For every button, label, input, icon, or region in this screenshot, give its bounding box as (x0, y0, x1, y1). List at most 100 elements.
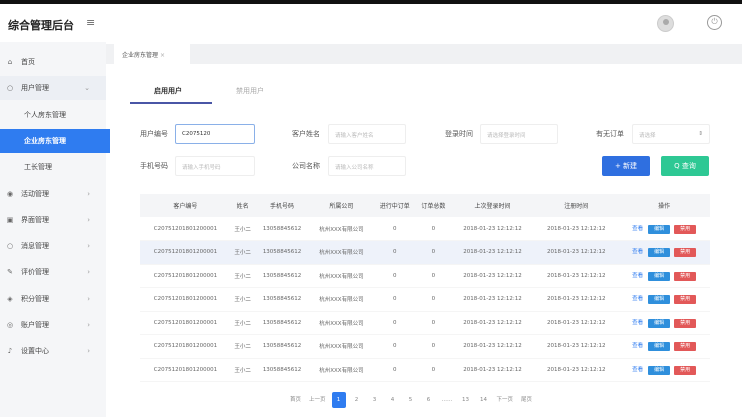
page-link[interactable]: …… (440, 392, 455, 408)
page-link[interactable]: 13 (459, 392, 473, 408)
page-link[interactable]: 上一页 (307, 392, 328, 408)
table-cell: 杭州XXX有限公司 (309, 240, 374, 265)
disable-button[interactable]: 禁用 (674, 248, 697, 258)
sidebar-item[interactable]: ◎ 账户管理 › (0, 313, 106, 337)
tab-enterprise-landlord[interactable]: 企业房东管理 × (114, 44, 190, 64)
edit-button[interactable]: 编辑 (648, 295, 671, 305)
page-link[interactable]: 4 (386, 392, 400, 408)
tab-label: 企业房东管理 (122, 52, 159, 59)
sidebar-item[interactable]: ✎ 评价管理 › (0, 260, 106, 284)
login-time-picker[interactable]: 请选择登录时间 (480, 124, 558, 144)
sidebar-item[interactable]: 个人房东管理 (0, 103, 106, 127)
disable-button[interactable]: 禁用 (674, 318, 697, 328)
column-header: 所属公司 (309, 194, 374, 217)
chevron-icon: › (87, 215, 90, 224)
edit-button[interactable]: 编辑 (648, 342, 671, 352)
tab-disabled-users[interactable]: 禁用用户 (236, 86, 264, 96)
view-link[interactable]: 查看 (632, 320, 643, 326)
table-cell: 杭州XXX有限公司 (309, 358, 374, 382)
tab-enabled-users[interactable]: 启用用户 (154, 86, 182, 96)
page-link[interactable]: 1 (331, 392, 346, 408)
sidebar-item-label: 积分管理 (21, 294, 49, 303)
sidebar-item[interactable]: ○ 用户管理 ⌄ (0, 76, 106, 101)
avatar[interactable] (657, 15, 674, 32)
table-cell: 13058845612 (254, 311, 310, 335)
table-row: C20751201801200001 王小二 13058845612 杭州XXX有限公… (140, 217, 710, 241)
disable-button[interactable]: 禁用 (674, 365, 697, 375)
view-link[interactable]: 查看 (632, 367, 643, 373)
company-input[interactable]: 请输入公司名称 (328, 156, 406, 176)
sidebar-item[interactable]: ○ 消息管理 › (0, 234, 106, 258)
menu-icon: ◎ (6, 321, 14, 329)
table-row: C20751201801200001 王小二 13058845612 杭州XXX有限公… (140, 264, 710, 288)
sidebar-item[interactable]: 工长管理 (0, 155, 106, 179)
active-tab-indicator (130, 102, 212, 104)
chevron-icon: ⌄ (84, 84, 90, 93)
page-link[interactable]: 6 (422, 392, 436, 408)
sidebar-item[interactable]: ▣ 界面管理 › (0, 208, 106, 232)
disable-button[interactable]: 禁用 (674, 295, 697, 305)
sidebar-item-label: 用户管理 (21, 84, 49, 93)
view-link[interactable]: 查看 (632, 249, 643, 255)
edit-button[interactable]: 编辑 (648, 271, 671, 281)
view-link[interactable]: 查看 (632, 343, 643, 349)
page-link[interactable]: 首页 (288, 392, 303, 408)
sidebar-item-label: 设置中心 (21, 347, 49, 356)
page-link[interactable]: 3 (368, 392, 382, 408)
customer-table: 客户编号 姓名 手机号码 所属公司 进行中订单 订单总数 上次登录时间 注册时间 操作 C207… (140, 194, 710, 382)
select-placeholder: 请选择 (639, 133, 656, 139)
page-link[interactable]: 下一页 (495, 392, 516, 408)
sidebar-item[interactable]: 企业房东管理 (0, 128, 110, 153)
header: 综合管理后台 ≡ ⏻ (0, 4, 742, 42)
table-cell: 王小二 (230, 264, 255, 288)
sidebar-item[interactable]: ◈ 积分管理 › (0, 287, 106, 311)
actions-cell: 查看 编辑 禁用 (618, 240, 710, 265)
table-cell: 2018-01-23 12:12:12 (534, 217, 619, 241)
menu-toggle-icon[interactable]: ≡ (86, 16, 95, 29)
edit-button[interactable]: 编辑 (648, 248, 671, 258)
edit-button[interactable]: 编辑 (648, 365, 671, 375)
page-link[interactable]: 2 (350, 392, 364, 408)
close-icon[interactable]: × (160, 52, 165, 59)
customer-name-input[interactable]: 请输入客户姓名 (328, 124, 406, 144)
search-button[interactable]: Q 查询 (661, 156, 709, 176)
edit-button[interactable]: 编辑 (648, 318, 671, 328)
table-cell: C20751201801200001 (140, 240, 231, 265)
table-cell: C20751201801200001 (140, 334, 231, 359)
has-order-select[interactable]: 请选择 ⇕ (632, 124, 710, 144)
page-link[interactable]: 尾页 (519, 392, 534, 408)
table-cell: 13058845612 (254, 264, 310, 288)
menu-icon: ♪ (7, 347, 13, 356)
view-link[interactable]: 查看 (632, 273, 643, 279)
disable-button[interactable]: 禁用 (674, 271, 697, 281)
table-cell: 13058845612 (254, 240, 310, 265)
app-title: 综合管理后台 (8, 19, 74, 32)
chevron-icon: › (87, 268, 90, 277)
sidebar-item-label: 消息管理 (21, 242, 49, 251)
sidebar-item[interactable]: ◉ 活动管理 › (0, 182, 106, 206)
company-label: 公司名称 (292, 162, 320, 170)
table-cell: 0 (416, 264, 451, 288)
page-link[interactable]: 5 (404, 392, 418, 408)
column-header: 进行中订单 (373, 194, 417, 217)
phone-input[interactable]: 请输入手机号码 (175, 156, 255, 176)
table-cell: C20751201801200001 (140, 217, 231, 241)
disable-button[interactable]: 禁用 (674, 342, 697, 352)
edit-button[interactable]: 编辑 (648, 224, 671, 234)
sidebar-item[interactable]: ♪ 设置中心 › (0, 339, 106, 363)
table-cell: 13058845612 (254, 334, 310, 359)
table-cell: 王小二 (230, 358, 255, 382)
page-link[interactable]: 14 (477, 392, 491, 408)
view-link[interactable]: 查看 (632, 296, 643, 302)
table-cell: 0 (416, 217, 451, 241)
table-cell: 2018-01-23 12:12:12 (450, 240, 535, 265)
new-button[interactable]: + 新建 (602, 156, 650, 176)
logout-icon[interactable]: ⏻ (707, 15, 722, 30)
sidebar-item[interactable]: ⌂ 首页 (0, 50, 106, 74)
view-link[interactable]: 查看 (632, 226, 643, 232)
table-cell: 2018-01-23 12:12:12 (534, 264, 619, 288)
disable-button[interactable]: 禁用 (674, 224, 697, 234)
customer-id-input[interactable]: C2075120 (175, 124, 255, 144)
table-cell: 2018-01-23 12:12:12 (450, 264, 535, 288)
table-cell: 2018-01-23 12:12:12 (534, 311, 619, 335)
